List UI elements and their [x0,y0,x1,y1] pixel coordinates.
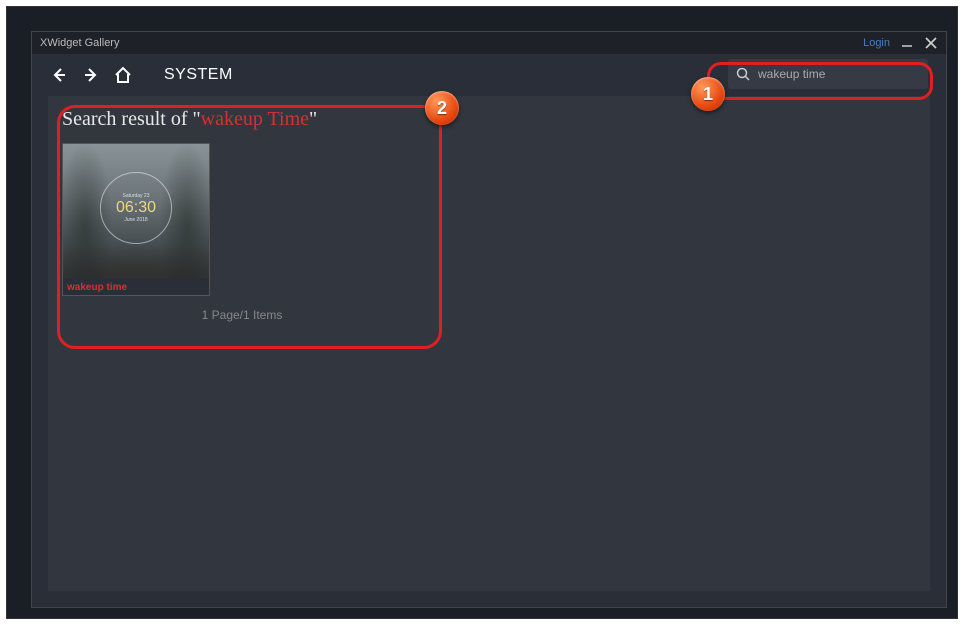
clock-time: 06:30 [116,199,156,217]
pagination-info: 1 Page/1 Items [62,308,422,322]
home-button[interactable] [108,60,138,90]
heading-term: wakeup Time [201,108,309,130]
minimize-button[interactable] [900,35,914,51]
titlebar-controls: Login [863,35,938,51]
results-heading: Search result of "wakeup Time" [62,108,916,131]
search-results: Search result of "wakeup Time" Saturday … [62,108,916,322]
annotation-badge-1: 1 [691,77,725,111]
app-window: XWidget Gallery Login SYSTEM [31,31,947,608]
widget-thumbnail: Saturday 23 06:30 June 2018 [63,144,209,279]
nav-bar: SYSTEM [32,54,946,96]
clock-month: June 2018 [124,217,147,223]
forward-button[interactable] [76,60,106,90]
widget-card[interactable]: Saturday 23 06:30 June 2018 wakeup time [62,143,210,296]
content-area: Search result of "wakeup Time" Saturday … [48,96,930,591]
window-title: XWidget Gallery [40,37,119,49]
search-icon [736,67,750,81]
screenshot-frame: XWidget Gallery Login SYSTEM [6,6,958,619]
search-box[interactable] [728,59,928,89]
page-title: SYSTEM [164,66,233,84]
clock-icon: Saturday 23 06:30 June 2018 [100,172,172,244]
annotation-badge-2: 2 [425,91,459,125]
login-link[interactable]: Login [863,37,890,49]
titlebar: XWidget Gallery Login [32,32,946,54]
search-input[interactable] [758,67,920,81]
close-button[interactable] [924,36,938,50]
back-button[interactable] [44,60,74,90]
heading-prefix: Search result of " [62,108,201,130]
widget-name: wakeup time [63,279,209,295]
heading-suffix: " [309,108,317,130]
